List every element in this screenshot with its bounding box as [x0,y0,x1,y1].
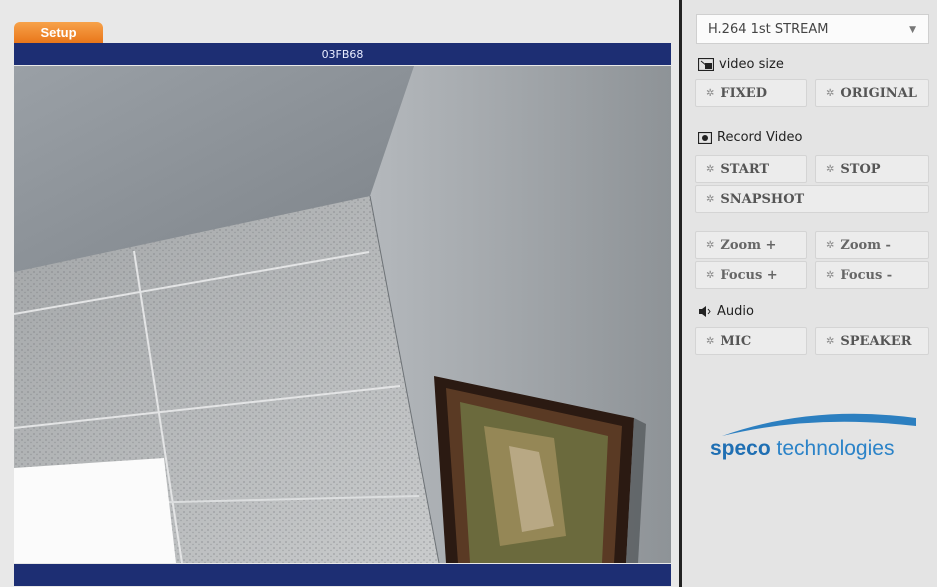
gear-icon: ✲ [706,163,715,175]
gear-icon: ✲ [706,335,715,347]
logo-text-brand: speco [710,437,771,460]
gear-icon: ✲ [826,87,835,99]
snapshot-button-label: SNAPSHOT [720,191,805,207]
start-button-label: START [720,161,770,177]
control-panel: H.264 1st STREAM ▼ video size ✲ FIXED ✲ … [682,0,937,587]
original-button[interactable]: ✲ ORIGINAL [815,79,929,107]
camera-title-bar: 03FB68 [14,43,671,65]
video-size-label: video size [719,57,784,72]
resize-icon [698,58,714,71]
gear-icon: ✲ [826,269,835,281]
gear-icon: ✲ [706,239,715,251]
focus-in-button-label: Focus + [720,267,778,283]
logo-text: speco technologies [710,437,894,461]
chevron-down-icon: ▼ [909,25,916,35]
stream-select-value: H.264 1st STREAM [708,21,829,37]
snapshot-button[interactable]: ✲ SNAPSHOT [695,185,929,213]
video-frame-image [14,66,671,563]
record-video-label: Record Video [717,130,803,145]
focus-out-button[interactable]: ✲ Focus - [815,261,929,289]
logo-swoosh [722,413,916,436]
stream-select[interactable]: H.264 1st STREAM ▼ [696,14,929,44]
video-size-heading: video size [698,57,784,72]
logo-text-suffix: technologies [770,437,895,460]
audio-heading: Audio [698,304,754,319]
gear-icon: ✲ [706,87,715,99]
record-video-heading: Record Video [698,130,802,145]
mic-button[interactable]: ✲ MIC [695,327,807,355]
camera-pane: Setup 03FB68 [0,0,679,587]
setup-tab[interactable]: Setup [14,22,103,43]
gear-icon: ✲ [706,193,715,205]
audio-label: Audio [717,304,754,319]
focus-in-button[interactable]: ✲ Focus + [695,261,807,289]
fixed-button-label: FIXED [720,85,767,101]
speco-logo: speco technologies [702,410,928,470]
gear-icon: ✲ [826,239,835,251]
zoom-in-button-label: Zoom + [720,237,777,253]
speaker-icon [698,305,712,318]
gear-icon: ✲ [706,269,715,281]
start-button[interactable]: ✲ START [695,155,807,183]
fixed-button[interactable]: ✲ FIXED [695,79,807,107]
zoom-out-button[interactable]: ✲ Zoom - [815,231,929,259]
record-icon [698,131,712,144]
original-button-label: ORIGINAL [840,85,917,101]
stop-button-label: STOP [840,161,881,177]
focus-out-button-label: Focus - [840,267,893,283]
gear-icon: ✲ [826,163,835,175]
speaker-button-label: SPEAKER [840,333,912,349]
live-video-feed[interactable] [14,66,671,563]
gear-icon: ✲ [826,335,835,347]
zoom-in-button[interactable]: ✲ Zoom + [695,231,807,259]
camera-name: 03FB68 [321,47,364,61]
stop-button[interactable]: ✲ STOP [815,155,929,183]
speaker-button[interactable]: ✲ SPEAKER [815,327,929,355]
zoom-out-button-label: Zoom - [840,237,891,253]
mic-button-label: MIC [720,333,752,349]
camera-footer-bar [14,564,671,586]
